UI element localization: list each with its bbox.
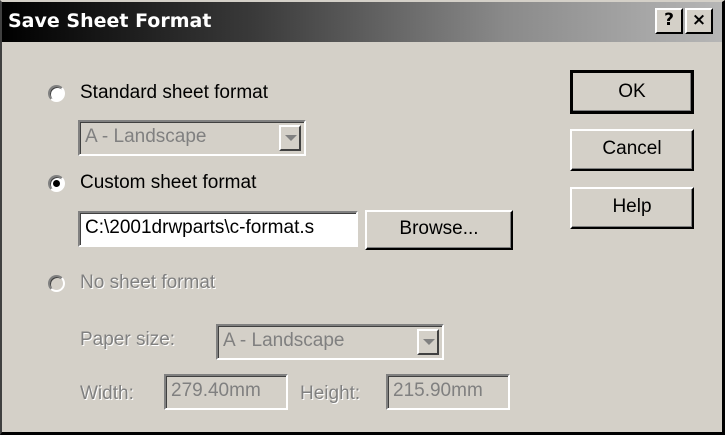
no-sheet-format-radio[interactable] [48,275,65,292]
custom-sheet-format-label[interactable]: Custom sheet format [80,172,256,194]
width-label: Width: [80,383,134,404]
height-label: Height: [300,383,361,404]
close-icon[interactable]: × [685,8,713,34]
standard-format-select[interactable]: A - Landscape [78,120,306,156]
paper-size-select[interactable]: A - Landscape [216,324,444,360]
title-bar[interactable]: Save Sheet Format ? × [2,2,722,42]
paper-size-value: A - Landscape [223,330,345,351]
ok-button[interactable]: OK [570,70,694,114]
help-button[interactable]: Help [570,187,694,229]
standard-format-value: A - Landscape [85,126,207,147]
width-field[interactable]: 279.40mm [164,374,288,410]
no-sheet-format-label[interactable]: No sheet format [80,272,215,294]
cancel-button[interactable]: Cancel [570,129,694,171]
custom-sheet-format-radio[interactable] [48,175,65,192]
radio-selected-dot [53,180,60,187]
standard-sheet-format-label[interactable]: Standard sheet format [80,82,268,104]
standard-sheet-format-radio[interactable] [48,85,65,102]
dialog-title: Save Sheet Format [8,10,212,32]
height-field[interactable]: 215.90mm [386,374,510,410]
help-icon[interactable]: ? [655,8,683,34]
browse-button[interactable]: Browse... [365,210,513,250]
custom-format-path-input[interactable]: C:\2001drwparts\c-format.s [78,211,358,247]
chevron-down-icon[interactable] [279,125,301,151]
save-sheet-format-dialog: Save Sheet Format ? × Standard sheet for… [0,0,725,435]
chevron-down-icon[interactable] [417,329,439,355]
paper-size-label: Paper size: [80,329,176,350]
